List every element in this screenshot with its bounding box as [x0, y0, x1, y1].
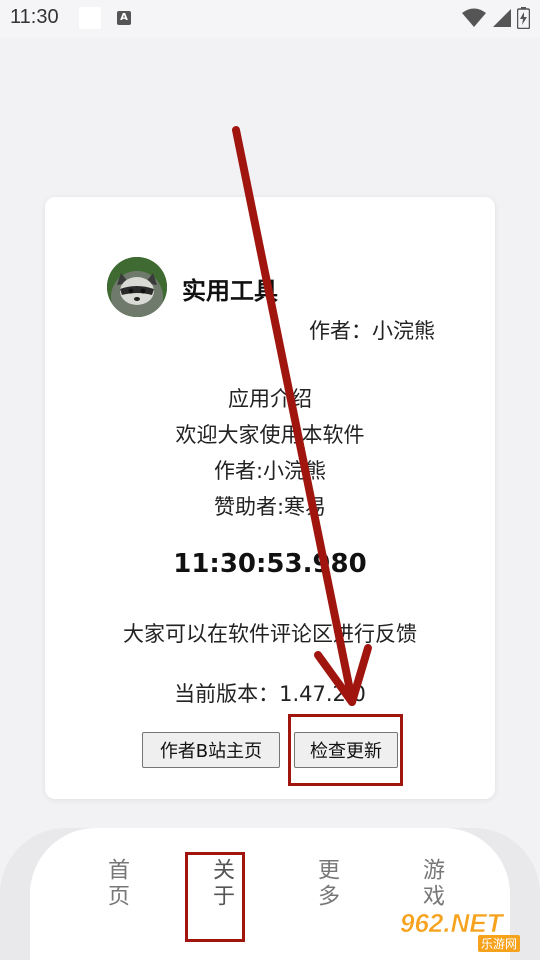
intro-author: 作者:小浣熊: [213, 459, 327, 483]
nav-item-home[interactable]: 首页: [93, 858, 133, 910]
app-name: 实用工具: [182, 277, 278, 305]
notification-square-icon: [79, 7, 101, 29]
live-clock: 11:30:53.980: [173, 549, 367, 579]
intro-sponsor: 赞助者:寒易: [213, 495, 327, 519]
intro-title: 应用介绍: [228, 387, 312, 411]
about-card: 实用工具 作者：小浣熊 应用介绍 欢迎大家使用本软件 作者:小浣熊 赞助者:寒易…: [45, 197, 495, 799]
nav-item-more[interactable]: 更多: [303, 858, 343, 910]
nav-item-game[interactable]: 游戏: [408, 858, 448, 910]
author-homepage-button[interactable]: 作者B站主页: [142, 732, 280, 768]
watermark-sub: 乐游网: [478, 935, 521, 952]
status-time: 11:30: [10, 6, 59, 28]
site-watermark-logo: 962.NET 乐游网: [400, 908, 535, 954]
version-text: 当前版本：1.47.2.0: [174, 682, 366, 706]
update-highlight-box: [288, 714, 403, 786]
about-highlight-box: [185, 852, 245, 942]
battery-icon: [517, 7, 530, 29]
status-bar: 11:30 A: [0, 0, 540, 38]
signal-icon: [493, 9, 511, 27]
intro-welcome: 欢迎大家使用本软件: [175, 423, 365, 447]
author-line: 作者：小浣熊: [309, 319, 435, 343]
wifi-icon: [462, 8, 486, 27]
feedback-text: 大家可以在软件评论区进行反馈: [123, 622, 417, 646]
notification-a-icon: A: [117, 11, 131, 25]
raccoon-avatar: [107, 257, 167, 317]
